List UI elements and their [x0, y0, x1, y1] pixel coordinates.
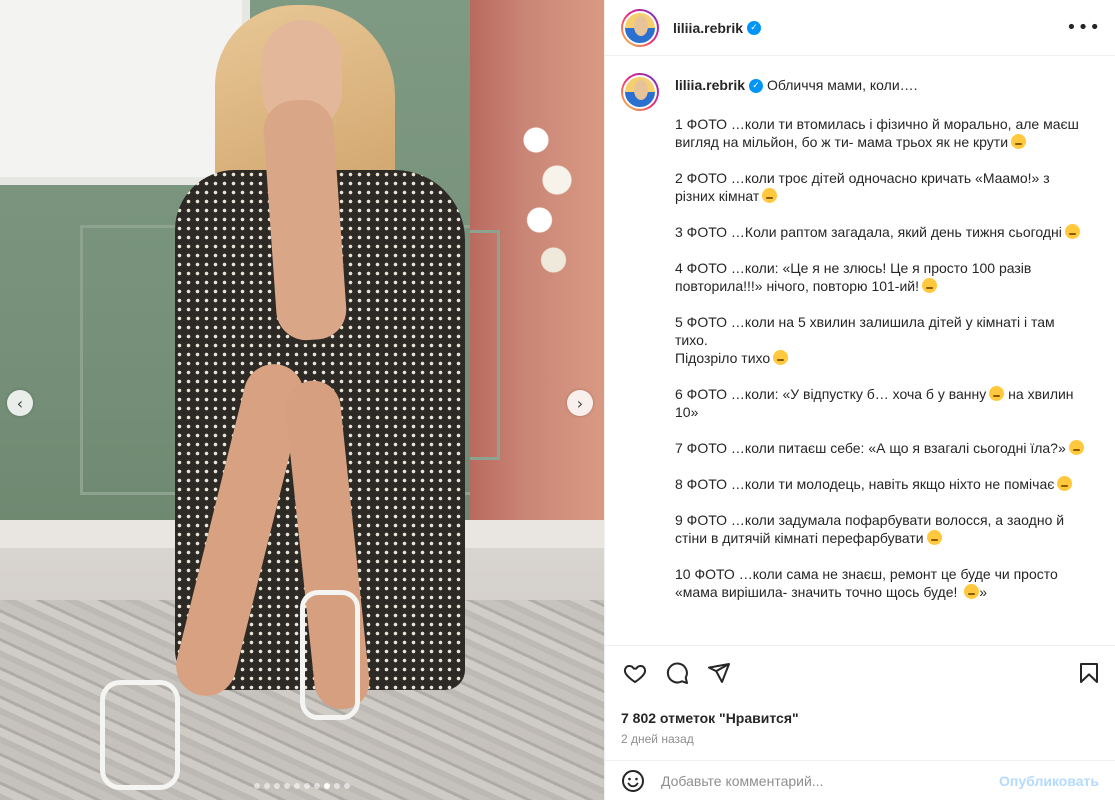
carousel-dot: [274, 783, 280, 789]
carousel-next-button[interactable]: ›: [567, 390, 593, 416]
caption-paragraph: 2 ФОТО …коли троє дітей одночасно кричат…: [675, 169, 1084, 205]
header-username[interactable]: liliia.rebrik: [673, 20, 743, 36]
caption-line: різних кімнат: [675, 188, 760, 204]
caption-line: 4 ФОТО …коли: «Це я не злюсь! Це я прост…: [675, 260, 1032, 276]
photo-flowers: [515, 100, 585, 300]
caption-lead: Обличчя мами, коли….: [766, 77, 918, 93]
caption-line: 3 ФОТО …Коли раптом загадала, який день …: [675, 224, 1062, 240]
caption-head: liliia.rebrik ✓ Обличчя мами, коли….: [675, 73, 1084, 97]
caption-line: 6 ФОТО …коли: «У відпустку б… хоча б у в…: [675, 386, 987, 402]
avatar-image: [623, 75, 657, 109]
emoji-icon: [964, 584, 980, 599]
caption-paragraph: 8 ФОТО …коли ти молодець, навіть якщо ні…: [675, 475, 1084, 493]
chevron-left-icon: ‹: [16, 393, 24, 413]
carousel-dot: [324, 783, 330, 789]
bookmark-icon: [1080, 663, 1098, 683]
caption-line: 1 ФОТО …коли ти втомилась і фізично й мо…: [675, 116, 1079, 132]
caption-line: 10»: [675, 404, 699, 420]
avatar-image: [623, 10, 657, 45]
action-icons: [621, 658, 1099, 688]
avatar[interactable]: [621, 8, 659, 47]
caption-area[interactable]: liliia.rebrik ✓ Обличчя мами, коли…. 1 ФО…: [605, 57, 1115, 645]
actions-bar: 7 802 отметок "Нравится" 2 дней назад: [605, 645, 1115, 746]
comment-icon: [666, 662, 688, 684]
emoji-icon: [762, 188, 778, 203]
caption-line: 8 ФОТО …коли ти молодець, навіть якщо ні…: [675, 476, 1055, 492]
caption-line: «мама вирішила- значить точно щось буде!: [675, 584, 958, 600]
caption-line: 9 ФОТО …коли задумала пофарбувати волосс…: [675, 512, 1065, 528]
emoji-icon: [1068, 440, 1084, 455]
photo-sandal: [300, 590, 360, 720]
carousel-dot: [294, 783, 300, 789]
carousel-dot: [284, 783, 290, 789]
post-header: liliia.rebrik ✓ •••: [605, 0, 1115, 56]
caption-paragraph: 10 ФОТО …коли сама не знаєш, ремонт це б…: [675, 565, 1084, 601]
caption-row: liliia.rebrik ✓ Обличчя мами, коли…. 1 ФО…: [621, 73, 1099, 601]
carousel-dot: [264, 783, 270, 789]
emoji-icon: [1057, 476, 1073, 491]
emoji-icon: [922, 278, 937, 293]
caption-paragraph: 6 ФОТО …коли: «У відпустку б… хоча б у в…: [675, 385, 1084, 421]
save-button[interactable]: [1075, 659, 1103, 687]
emoji-icon: [773, 350, 789, 365]
emoji-picker-icon[interactable]: [621, 769, 645, 793]
carousel-dot: [314, 783, 320, 789]
carousel-dot: [254, 783, 260, 789]
comment-bar: Опубликовать: [605, 760, 1115, 800]
caption-paragraph: 9 ФОТО …коли задумала пофарбувати волосс…: [675, 511, 1084, 547]
caption-text: liliia.rebrik ✓ Обличчя мами, коли…. 1 ФО…: [675, 73, 1084, 601]
photo-sandal: [100, 680, 180, 790]
emoji-icon: [1011, 134, 1027, 149]
comment-button[interactable]: [663, 659, 691, 687]
emoji-icon: [1064, 224, 1080, 239]
paper-plane-icon: [708, 663, 730, 683]
carousel-dot: [344, 783, 350, 789]
carousel-dot: [304, 783, 310, 789]
caption-line: стіни в дитячій кімнаті перефарбувати: [675, 530, 924, 546]
emoji-icon: [926, 530, 942, 545]
likes-count[interactable]: 7 802 отметок "Нравится": [621, 710, 1099, 726]
post-panel: liliia.rebrik ✓ ••• liliia.rebrik ✓ Облич…: [604, 0, 1115, 800]
photo-molding-right: [470, 230, 500, 460]
post-date[interactable]: 2 дней назад: [621, 732, 1099, 746]
share-button[interactable]: [705, 659, 733, 687]
carousel-prev-button[interactable]: ‹: [7, 390, 33, 416]
caption-line: вигляд на мільйон, бо ж ти- мама трьох я…: [675, 134, 1009, 150]
heart-icon: [623, 665, 647, 683]
emoji-icon: [989, 386, 1005, 401]
caption-paragraph: 3 ФОТО …Коли раптом загадала, який день …: [675, 223, 1084, 241]
verified-badge-icon: ✓: [747, 20, 762, 35]
caption-line: 2 ФОТО …коли троє дітей одночасно кричат…: [675, 170, 1050, 186]
caption-username[interactable]: liliia.rebrik: [675, 77, 745, 93]
caption-paragraph: 4 ФОТО …коли: «Це я не злюсь! Це я прост…: [675, 259, 1084, 295]
caption-paragraph: 1 ФОТО …коли ти втомилась і фізично й мо…: [675, 115, 1084, 151]
post-photo: ‹ ›: [0, 0, 604, 800]
caption-line: 7 ФОТО …коли питаєш себе: «А що я взагал…: [675, 440, 1066, 456]
caption-paragraph: 5 ФОТО …коли на 5 хвилин залишила дітей …: [675, 313, 1084, 367]
more-options-icon[interactable]: •••: [1066, 17, 1101, 38]
carousel-dot: [334, 783, 340, 789]
comment-input[interactable]: [661, 772, 991, 789]
caption-line: Підозріло тихо: [675, 350, 771, 366]
caption-line-tail: »: [979, 584, 988, 600]
verified-badge-icon: ✓: [749, 79, 764, 94]
like-button[interactable]: [621, 659, 649, 687]
photo-window: [0, 0, 250, 185]
caption-line: 5 ФОТО …коли на 5 хвилин залишила дітей …: [675, 314, 1055, 330]
caption-line: 10 ФОТО …коли сама не знаєш, ремонт це б…: [675, 566, 1058, 582]
caption-line: тихо.: [675, 332, 708, 348]
caption-avatar[interactable]: [621, 73, 659, 111]
caption-paragraph: 7 ФОТО …коли питаєш себе: «А що я взагал…: [675, 439, 1084, 457]
chevron-right-icon: ›: [576, 393, 584, 413]
caption-line: повторила!!!» нічого, повторю 101-ий!: [675, 278, 919, 294]
publish-button[interactable]: Опубликовать: [999, 773, 1099, 789]
caption-line-tail: на хвилин: [1004, 386, 1074, 402]
carousel-dots: [0, 783, 604, 789]
